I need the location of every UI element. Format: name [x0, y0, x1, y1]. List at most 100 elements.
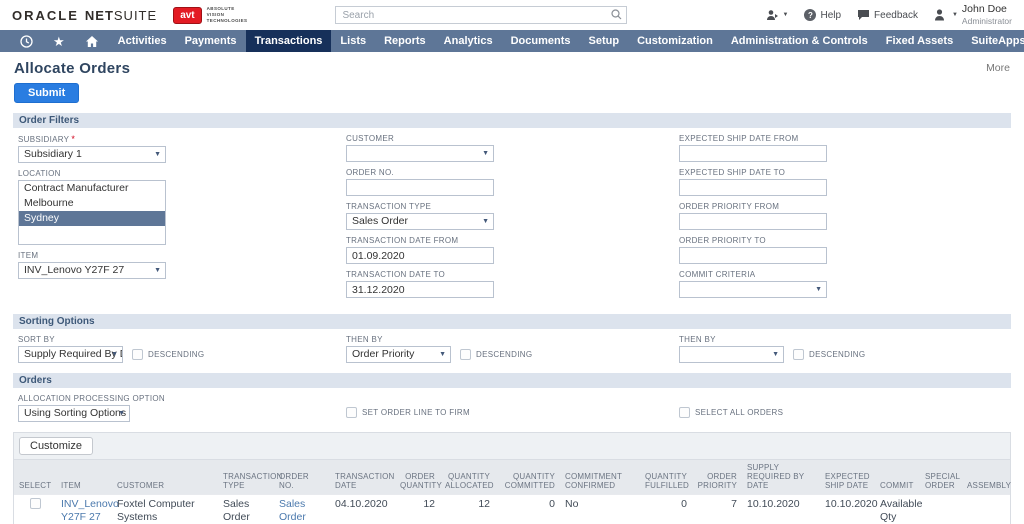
nav-item-reports[interactable]: Reports: [375, 30, 435, 52]
expected-ship-date-to-label: EXPECTED SHIP DATE TO: [679, 168, 1011, 177]
item-select[interactable]: INV_Lenovo Y27F 27▼: [18, 262, 166, 279]
location-option[interactable]: Sydney: [19, 211, 165, 226]
sort-by-descending-checkbox[interactable]: [132, 349, 143, 360]
row-select-checkbox[interactable]: [30, 498, 41, 509]
column-header-select: SELECT: [14, 460, 56, 495]
home-icon[interactable]: [75, 30, 109, 52]
order-priority-from-label: ORDER PRIORITY FROM: [679, 202, 1011, 211]
chevron-down-icon: ▼: [154, 263, 161, 279]
nav-item-setup[interactable]: Setup: [580, 30, 629, 52]
location-label: LOCATION: [18, 169, 346, 178]
location-listbox[interactable]: Contract ManufacturerMelbourneSydney: [18, 180, 166, 245]
order-priority-to-label: ORDER PRIORITY TO: [679, 236, 1011, 245]
transaction-date-from-input[interactable]: [346, 247, 494, 264]
cell-quantity-allocated: 12: [440, 495, 495, 524]
roles-menu[interactable]: ▼: [766, 9, 789, 22]
allocation-processing-option-select[interactable]: Using Sorting Options Only▼: [18, 405, 130, 422]
feedback-icon: [857, 9, 870, 21]
nav-item-lists[interactable]: Lists: [331, 30, 375, 52]
cell-quantity-committed: 0: [495, 495, 560, 524]
customer-select[interactable]: ▼: [346, 145, 494, 162]
then-by-2-descending-checkbox[interactable]: [793, 349, 804, 360]
order-filters-form: SUBSIDIARY* Subsidiary 1▼ LOCATION Contr…: [13, 134, 1011, 304]
customer-label: CUSTOMER: [346, 134, 679, 143]
item-link[interactable]: INV_Lenovo Y27F 27: [61, 498, 119, 523]
transaction-date-to-input[interactable]: [346, 281, 494, 298]
header-right-cluster: ▼ ? Help Feedback ▼ John Doe Administrat…: [766, 3, 1012, 27]
chevron-down-icon: ▼: [111, 347, 118, 363]
cell-transaction-date: 04.10.2020: [330, 495, 395, 524]
commit-criteria-select[interactable]: ▼: [679, 281, 827, 298]
help-button[interactable]: ? Help: [804, 9, 841, 21]
expected-ship-date-to-input[interactable]: [679, 179, 827, 196]
user-menu[interactable]: ▼ John Doe Administrator: [934, 3, 1012, 27]
cell-quantity-fulfilled: 0: [640, 495, 692, 524]
location-option[interactable]: Melbourne: [19, 196, 165, 211]
transaction-type-select[interactable]: Sales Order▼: [346, 213, 494, 230]
column-header-order-no: ORDER NO.: [274, 460, 330, 495]
order-no-link[interactable]: Sales Order #SO607: [279, 498, 318, 524]
customize-button[interactable]: Customize: [19, 437, 93, 455]
chevron-down-icon: ▼: [952, 12, 958, 18]
set-order-line-to-firm-checkbox[interactable]: [346, 407, 357, 418]
nav-item-analytics[interactable]: Analytics: [435, 30, 502, 52]
user-role: Administrator: [962, 16, 1012, 26]
transaction-type-label: TRANSACTION TYPE: [346, 202, 679, 211]
nav-item-payments[interactable]: Payments: [176, 30, 246, 52]
chevron-down-icon: ▼: [482, 214, 489, 230]
chevron-down-icon: ▼: [154, 147, 161, 163]
table-row: INV_Lenovo Y27F 27Foxtel Computer System…: [14, 495, 1010, 524]
nav-item-activities[interactable]: Activities: [109, 30, 176, 52]
chevron-down-icon: ▼: [482, 146, 489, 162]
cell-item: INV_Lenovo Y27F 27: [56, 495, 112, 524]
subsidiary-label: SUBSIDIARY*: [18, 134, 346, 144]
chevron-down-icon: ▼: [815, 282, 822, 298]
avatar: [934, 8, 948, 22]
nav-item-suiteapps[interactable]: SuiteApps: [962, 30, 1024, 52]
chevron-down-icon: ▼: [439, 347, 446, 363]
top-header: ORACLE NET SUITE avt ABSOLUTE VISION TEC…: [0, 0, 1024, 30]
shortcuts-star-icon[interactable]: ★: [43, 30, 75, 52]
expected-ship-date-from-label: EXPECTED SHIP DATE FROM: [679, 134, 1011, 143]
order-priority-to-input[interactable]: [679, 247, 827, 264]
column-header-transaction-date: TRANSACTION DATE: [330, 460, 395, 495]
nav-item-documents[interactable]: Documents: [502, 30, 580, 52]
sorting-options-section-header: Sorting Options: [13, 314, 1011, 329]
cell-commitment-confirmed: No: [560, 495, 640, 524]
then-by-1-descending-checkbox[interactable]: [460, 349, 471, 360]
search-icon[interactable]: [611, 9, 622, 23]
then-by-2-label: THEN BY: [679, 335, 1011, 344]
more-link[interactable]: More: [986, 62, 1010, 74]
location-option[interactable]: Contract Manufacturer: [19, 181, 165, 196]
column-header-quantity-committed: QUANTITY COMMITTED: [495, 460, 560, 495]
nav-item-customization[interactable]: Customization: [628, 30, 722, 52]
column-header-commitment-confirmed: COMMITMENT CONFIRMED: [560, 460, 640, 495]
cell-customer: Foxtel Computer Systems: [112, 495, 218, 524]
then-by-1-select[interactable]: Order Priority▼: [346, 346, 451, 363]
recent-records-icon[interactable]: [10, 30, 43, 52]
allocation-processing-option-label: ALLOCATION PROCESSING OPTION: [18, 394, 346, 403]
search-input[interactable]: [335, 6, 627, 24]
help-icon: ?: [804, 9, 816, 21]
subsidiary-select[interactable]: Subsidiary 1▼: [18, 146, 166, 163]
nav-item-administration-controls[interactable]: Administration & Controls: [722, 30, 877, 52]
order-filters-section-header: Order Filters: [13, 113, 1011, 128]
orders-section-header: Orders: [13, 373, 1011, 388]
user-name: John Doe: [962, 3, 1007, 15]
order-no-input[interactable]: [346, 179, 494, 196]
sort-by-select[interactable]: Supply Required By Date▼: [18, 346, 123, 363]
nav-item-fixed-assets[interactable]: Fixed Assets: [877, 30, 962, 52]
select-all-orders-checkbox[interactable]: [679, 407, 690, 418]
column-header-commit: COMMIT: [875, 460, 920, 495]
submit-button-top[interactable]: Submit: [14, 83, 79, 103]
cell-transaction-type: Sales Order: [218, 495, 274, 524]
feedback-button[interactable]: Feedback: [857, 9, 918, 21]
transaction-date-from-label: TRANSACTION DATE FROM: [346, 236, 679, 245]
nav-item-transactions[interactable]: Transactions: [246, 30, 332, 52]
then-by-2-select[interactable]: ▼: [679, 346, 784, 363]
expected-ship-date-from-input[interactable]: [679, 145, 827, 162]
item-label: ITEM: [18, 251, 346, 260]
sort-by-label: SORT BY: [18, 335, 346, 344]
order-priority-from-input[interactable]: [679, 213, 827, 230]
order-no-label: ORDER NO.: [346, 168, 679, 177]
